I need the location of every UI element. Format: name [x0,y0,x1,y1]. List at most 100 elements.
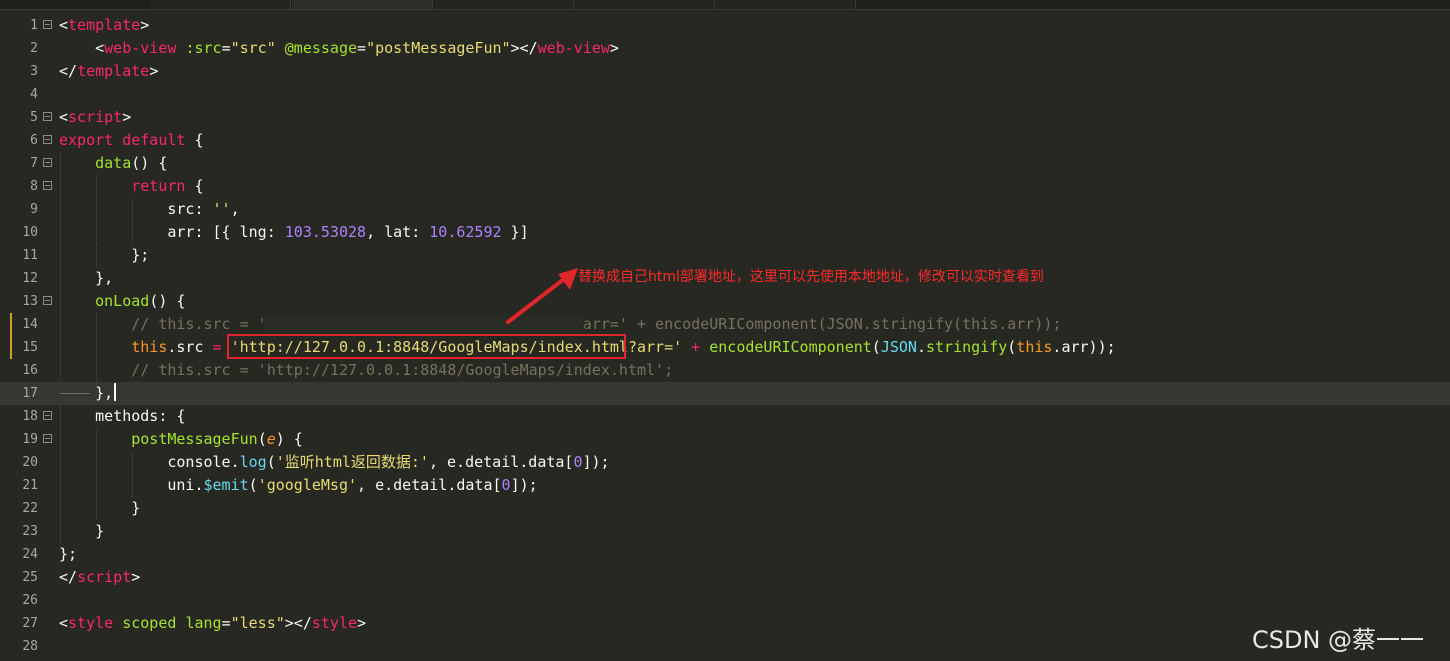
code-token: return [131,177,186,195]
code-token: ) { [275,430,303,448]
code-line[interactable]: 15 this.src = 'http://127.0.0.1:8848/Goo… [0,336,1450,359]
code-line[interactable]: 14 // this.src = ' ?arr=' + encodeURICom… [0,313,1450,336]
code-line[interactable]: 9 src: '', [0,198,1450,221]
fold-toggle-icon[interactable] [43,135,52,144]
code-token: > [140,16,150,34]
code-token: "less" [230,614,285,632]
code-token: { [185,177,204,195]
code-token: stringify [925,338,1008,356]
code-line[interactable]: 23 } [0,520,1450,543]
editor-tab[interactable] [715,0,856,9]
line-number: 1 [30,18,38,33]
code-line[interactable]: 17 }, [0,382,1450,405]
code-line[interactable]: 10 arr: [{ lng: 103.53028, lat: 10.62592… [0,221,1450,244]
fold-toggle-icon[interactable] [43,296,52,305]
fold-toggle-icon[interactable] [43,434,52,443]
editor-tab-active[interactable] [292,0,433,9]
code-token: > [131,568,141,586]
code-token: . [916,338,926,356]
line-number: 6 [30,133,38,148]
code-token: '监听html返回数据:' [275,453,429,471]
code-token: JSON [880,338,917,356]
editor-tab[interactable] [574,0,715,9]
code-token: onLoad [95,292,150,310]
line-number: 3 [30,64,38,79]
code-text: }; [59,244,149,267]
code-token: < [59,614,69,632]
line-number: 17 [22,386,38,401]
line-number: 2 [30,41,38,56]
line-number: 23 [22,524,38,539]
code-line[interactable]: 5 <script> [0,106,1450,129]
code-line[interactable]: 8 return { [0,175,1450,198]
editor-tab[interactable] [150,0,291,9]
code-token: ( [257,430,267,448]
code-line[interactable]: 18 methods: { [0,405,1450,428]
code-token: .arr)); [1052,338,1116,356]
line-number: 26 [22,593,38,608]
code-text: onLoad() { [59,290,185,313]
code-text: } [59,520,104,543]
line-number: 8 [30,179,38,194]
code-token: } [59,499,141,517]
code-line[interactable]: 2 <web-view :src="src" @message="postMes… [0,37,1450,60]
code-text: }, [59,382,117,405]
code-token: </ [59,568,78,586]
code-line[interactable]: 1 <template> [0,14,1450,37]
code-token: e [266,430,276,448]
code-token: </ [59,62,78,80]
code-line[interactable]: 7 data() { [0,152,1450,175]
code-line[interactable]: 4 [0,83,1450,106]
code-line[interactable]: 21 uni.$emit('googleMsg', e.detail.data[… [0,474,1450,497]
code-text: </template> [59,60,158,83]
code-line[interactable]: 24}; [0,543,1450,566]
code-token: < [95,39,105,57]
code-token: }; [59,545,78,563]
code-line[interactable]: 26 [0,589,1450,612]
code-token: scoped [122,614,177,632]
code-token: }, [59,384,114,402]
code-token: }] [501,223,529,241]
line-number: 21 [22,478,38,493]
code-text: src: '', [59,198,239,221]
line-number: 13 [22,294,38,309]
line-number: 28 [22,639,38,654]
line-number: 25 [22,570,38,585]
code-line[interactable]: 6 export default { [0,129,1450,152]
fold-toggle-icon[interactable] [43,112,52,121]
code-token: postMessageFun [131,430,258,448]
code-token: + [691,338,701,356]
code-token: script [68,108,123,126]
fold-toggle-icon[interactable] [43,20,52,29]
code-line[interactable]: 11 }; [0,244,1450,267]
code-token: > [122,108,132,126]
code-token: = [357,39,367,57]
code-token: = [212,338,222,356]
fold-toggle-icon[interactable] [43,181,52,190]
editor-tab[interactable] [433,0,574,9]
code-line[interactable]: 28 [0,635,1450,658]
code-line[interactable]: 25 </script> [0,566,1450,589]
line-number: 22 [22,501,38,516]
code-token: web-view [537,39,610,57]
code-line[interactable]: 3 </template> [0,60,1450,83]
code-line[interactable]: 16 // this.src = 'http://127.0.0.1:8848/… [0,359,1450,382]
code-token: = [221,614,231,632]
code-line[interactable]: 20 console.log('监听html返回数据:', e.detail.d… [0,451,1450,474]
code-token: ( [248,476,258,494]
code-line[interactable]: 27 <style scoped lang="less"></style> [0,612,1450,635]
line-number: 4 [30,87,38,102]
line-number: 10 [22,225,38,240]
code-line[interactable]: 22 } [0,497,1450,520]
code-line[interactable]: 13 onLoad() { [0,290,1450,313]
fold-toggle-icon[interactable] [43,158,52,167]
code-token: > [357,614,367,632]
code-token: this [131,338,168,356]
fold-toggle-icon[interactable] [43,411,52,420]
code-line[interactable]: 19 postMessageFun(e) { [0,428,1450,451]
code-text: <template> [59,14,149,37]
